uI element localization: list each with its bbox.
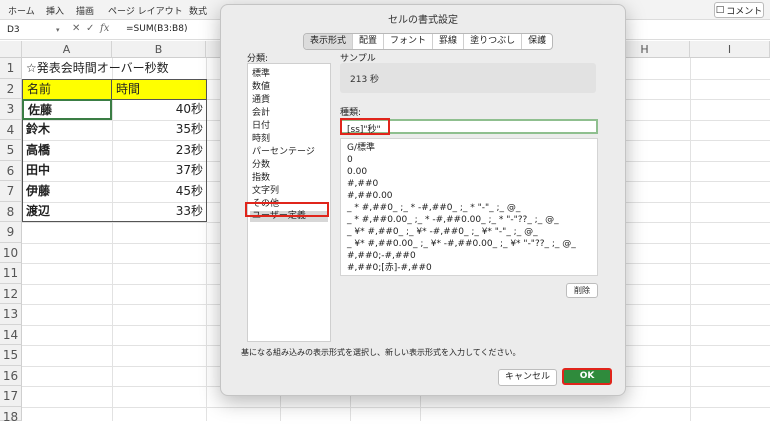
column-header-i[interactable]: I [690, 41, 770, 58]
category-item-scientific[interactable]: 指数 [252, 173, 270, 184]
row-header-16[interactable]: 16 [0, 366, 22, 386]
format-cells-dialog: セルの書式設定 表示形式 配置 フォント 罫線 塗りつぶし 保護 分類: 標準 … [220, 4, 626, 396]
comment-button-label: コメント [726, 6, 763, 17]
row-header-15[interactable]: 15 [0, 345, 22, 366]
row-header-18[interactable]: 18 [0, 407, 22, 424]
category-item-text[interactable]: 文字列 [252, 186, 279, 197]
row-header-11[interactable]: 11 [0, 263, 22, 284]
ribbon-tab-insert[interactable]: 挿入 [46, 4, 64, 17]
delete-button[interactable]: 削除 [566, 283, 598, 298]
tab-alignment[interactable]: 配置 [353, 34, 385, 49]
cell-b2-header[interactable]: 時間 [111, 79, 207, 100]
confirm-check-icon[interactable]: ✓ [86, 23, 94, 34]
tab-border[interactable]: 罫線 [433, 34, 465, 49]
column-header-a[interactable]: A [22, 41, 112, 58]
row-header-12[interactable]: 12 [0, 284, 22, 304]
type-label: 種類: [340, 108, 362, 118]
sample-value: 213 秒 [350, 75, 380, 85]
format-item[interactable]: _ ¥* #,##0_ ;_ ¥* -#,##0_ ;_ ¥* "-"_ ;_ … [347, 226, 538, 238]
row-header-17[interactable]: 17 [0, 386, 22, 407]
row-header-9[interactable]: 9 [0, 222, 22, 243]
row-header-14[interactable]: 14 [0, 325, 22, 345]
cell-a6[interactable]: 田中 [22, 161, 112, 181]
row-header-4[interactable]: 4 [0, 120, 22, 140]
ribbon-tab-page-layout[interactable]: ページ レイアウト [108, 4, 183, 17]
dialog-title: セルの書式設定 [388, 15, 458, 26]
highlight-box-custom [245, 202, 329, 217]
tab-font[interactable]: フォント [384, 34, 434, 49]
category-item-date[interactable]: 日付 [252, 121, 270, 132]
format-item[interactable]: 0.00 [347, 166, 367, 178]
chevron-down-icon[interactable]: ▾ [56, 26, 60, 34]
select-all-corner[interactable] [0, 41, 22, 58]
row-header-1[interactable]: 1 [0, 58, 22, 79]
cell-a2-header[interactable]: 名前 [22, 79, 112, 100]
category-item-percentage[interactable]: パーセンテージ [252, 147, 315, 158]
cell-b3[interactable]: 40秒 [112, 100, 206, 120]
cell-a8[interactable]: 渡辺 [22, 202, 112, 222]
cell-b8[interactable]: 33秒 [112, 202, 206, 222]
row-header-5[interactable]: 5 [0, 140, 22, 161]
sample-box: 213 秒 [340, 63, 596, 93]
row-header-7[interactable]: 7 [0, 181, 22, 202]
cell-a1-title[interactable]: ☆発表会時間オーバー秒数 [22, 59, 222, 78]
row-header-3[interactable]: 3 [0, 99, 22, 120]
ok-button[interactable]: OK [562, 368, 612, 385]
ribbon-tab-draw[interactable]: 描画 [76, 4, 94, 17]
cell-b7[interactable]: 45秒 [112, 182, 206, 202]
dialog-tab-bar: 表示形式 配置 フォント 罫線 塗りつぶし 保護 [303, 33, 554, 50]
format-item[interactable]: 0 [347, 154, 353, 166]
function-icon[interactable]: fx [100, 23, 109, 34]
cell-a4[interactable]: 鈴木 [22, 120, 112, 140]
category-item-fraction[interactable]: 分数 [252, 160, 270, 171]
dialog-description: 基になる組み込みの表示形式を選択し、新しい表示形式を入力してください。 [241, 348, 521, 357]
ribbon-tab-formulas[interactable]: 数式 [189, 4, 207, 17]
row-header-10[interactable]: 10 [0, 243, 22, 263]
format-item[interactable]: _ ¥* #,##0.00_ ;_ ¥* -#,##0.00_ ;_ ¥* "-… [347, 238, 576, 250]
format-list[interactable]: G/標準 0 0.00 #,##0 #,##0.00 _ * #,##0_ ;_… [340, 138, 598, 276]
tab-number-format[interactable]: 表示形式 [304, 34, 354, 49]
category-item-time[interactable]: 時刻 [252, 134, 270, 145]
highlight-box-type [340, 118, 390, 135]
format-item[interactable]: _ * #,##0_ ;_ * -#,##0_ ;_ * "-"_ ;_ @_ [347, 202, 520, 214]
tab-fill[interactable]: 塗りつぶし [464, 34, 523, 49]
cell-b4[interactable]: 35秒 [112, 120, 206, 140]
category-item-number[interactable]: 数値 [252, 82, 270, 93]
cell-a5[interactable]: 高橋 [22, 141, 112, 161]
column-header-b[interactable]: B [112, 41, 206, 58]
category-item-currency[interactable]: 通貨 [252, 95, 270, 106]
cell-a7[interactable]: 伊藤 [22, 182, 112, 202]
row-header-6[interactable]: 6 [0, 161, 22, 181]
ribbon-tab-home[interactable]: ホーム [8, 4, 35, 17]
format-item[interactable]: #,##0;-#,##0 [347, 250, 416, 262]
comment-button[interactable]: □ コメント [714, 2, 764, 18]
cell-b6[interactable]: 37秒 [112, 161, 206, 181]
row-header-2[interactable]: 2 [0, 79, 22, 99]
comment-icon: □ [715, 5, 725, 15]
cancel-button[interactable]: キャンセル [498, 369, 557, 386]
category-item-accounting[interactable]: 会計 [252, 108, 270, 119]
cell-a3[interactable]: 佐藤 [22, 99, 112, 120]
format-item[interactable]: _ * #,##0.00_ ;_ * -#,##0.00_ ;_ * "-"??… [347, 214, 559, 226]
row-header-13[interactable]: 13 [0, 304, 22, 325]
row-header-8[interactable]: 8 [0, 202, 22, 222]
cell-b5[interactable]: 23秒 [112, 141, 206, 161]
category-item-general[interactable]: 標準 [252, 69, 270, 80]
format-item[interactable]: #,##0.00 [347, 190, 393, 202]
name-box[interactable]: D3 [4, 23, 59, 37]
formula-input[interactable]: =SUM(B3:B8) [126, 24, 187, 34]
format-item[interactable]: #,##0 [347, 178, 378, 190]
cancel-x-icon[interactable]: ✕ [72, 23, 80, 34]
tab-protection[interactable]: 保護 [522, 34, 552, 49]
format-item[interactable]: #,##0;[赤]-#,##0 [347, 262, 432, 274]
format-item[interactable]: G/標準 [347, 142, 375, 154]
